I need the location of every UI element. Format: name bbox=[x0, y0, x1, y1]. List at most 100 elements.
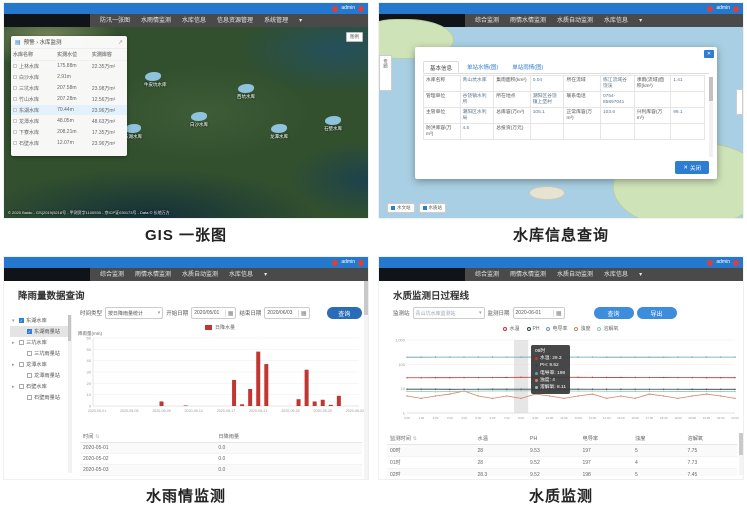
nav-more-icon[interactable]: ▾ bbox=[299, 18, 302, 24]
checkbox[interactable] bbox=[13, 64, 17, 68]
theme-side-panel[interactable]: 专题 bbox=[379, 55, 392, 91]
nav-more-icon[interactable]: ▾ bbox=[639, 18, 642, 24]
nav-item[interactable]: 系统管理 bbox=[264, 18, 288, 24]
checkbox[interactable] bbox=[19, 384, 24, 389]
nav-item[interactable]: 雨情水情监测 bbox=[510, 272, 546, 278]
nav-item[interactable]: 水雨情监测 bbox=[141, 18, 171, 24]
close-icon[interactable]: ✕ bbox=[704, 50, 714, 58]
map-canvas[interactable]: 专题 ✕ 基本信息单站水情(图)单站雨情(图) 水库名称青山坑水库集雨面积(km… bbox=[379, 27, 743, 218]
logout-icon[interactable] bbox=[358, 260, 364, 266]
logout-icon[interactable] bbox=[733, 260, 739, 266]
sort-icon[interactable]: ⇅ bbox=[95, 434, 99, 440]
layer-toggle[interactable]: 水文站 bbox=[387, 203, 415, 213]
nav-item[interactable]: 综合监测 bbox=[475, 18, 499, 24]
nav-item[interactable]: 综合监测 bbox=[100, 272, 124, 278]
alert-icon[interactable] bbox=[707, 260, 713, 266]
nav-item[interactable]: 水库信息 bbox=[604, 18, 628, 24]
nav-item[interactable]: 防汛一张图 bbox=[100, 18, 130, 24]
dialog-tab[interactable]: 单站雨情(图) bbox=[506, 61, 549, 73]
query-button[interactable]: 查询 bbox=[327, 307, 362, 319]
tree-item[interactable]: ▸石壁水库 bbox=[10, 381, 71, 392]
reservoir-row[interactable]: 三坑水库207.58m23.98万m³ bbox=[11, 83, 127, 94]
legend-radio[interactable]: 溶解氧 bbox=[597, 325, 618, 332]
checkbox[interactable] bbox=[27, 351, 32, 356]
map-canvas[interactable]: 牛皮坑水库西坑水库白沙水库东湖水库龙潭水库石壁水库 图例 ▤ 预警 › 水库监测… bbox=[4, 27, 368, 218]
nav-more-icon[interactable]: ▾ bbox=[639, 272, 642, 278]
legend-radio[interactable]: 电导率 bbox=[546, 325, 567, 332]
table-header-cell[interactable]: 监测时间⇅ bbox=[387, 433, 475, 445]
checkbox[interactable] bbox=[13, 119, 17, 123]
checkbox[interactable] bbox=[13, 108, 17, 112]
logout-icon[interactable] bbox=[358, 6, 364, 12]
nav-item[interactable]: 雨情水情监测 bbox=[510, 18, 546, 24]
nav-item[interactable]: 水质自动监测 bbox=[557, 272, 593, 278]
alert-icon[interactable] bbox=[332, 260, 338, 266]
tree-expand-icon[interactable]: ▸ bbox=[12, 340, 17, 346]
nav-item[interactable]: 水库信息 bbox=[604, 272, 628, 278]
start-date-input[interactable]: 2020/05/01▦ bbox=[191, 307, 236, 319]
reservoir-row[interactable]: 龙潭水库48.05m48.63万m³ bbox=[11, 116, 127, 127]
alert-icon[interactable] bbox=[332, 6, 338, 12]
station-select[interactable]: 青山坑水库监测站▾ bbox=[413, 307, 485, 319]
dialog-tab[interactable]: 单站水情(图) bbox=[461, 61, 504, 73]
tree-expand-icon[interactable]: ▸ bbox=[12, 362, 17, 368]
reservoir-row[interactable]: 竹山水库207.28m12.56万m³ bbox=[11, 94, 127, 105]
alert-icon[interactable] bbox=[707, 6, 713, 12]
checkbox[interactable] bbox=[19, 362, 24, 367]
legend-radio[interactable]: PH bbox=[527, 325, 540, 332]
tree-item[interactable]: 三坑雨量站 bbox=[10, 348, 71, 359]
checkbox[interactable] bbox=[13, 141, 17, 145]
sort-icon[interactable]: ⇅ bbox=[413, 436, 417, 442]
reservoir-row[interactable]: 东湖水库70.44m23.96万m³ bbox=[11, 105, 127, 116]
reservoir-row[interactable]: 白沙水库2.91m bbox=[11, 72, 127, 83]
map-legend-button[interactable]: 图例 bbox=[346, 32, 363, 42]
expand-icon[interactable]: ↗ bbox=[118, 39, 123, 46]
checkbox[interactable] bbox=[19, 340, 24, 345]
dialog-scrollbar[interactable] bbox=[709, 77, 713, 157]
checkbox[interactable] bbox=[13, 130, 17, 134]
dialog-tab[interactable]: 基本信息 bbox=[423, 61, 459, 73]
nav-item[interactable]: 水质自动监测 bbox=[557, 18, 593, 24]
time-type-select[interactable]: 按日降雨量统计▾ bbox=[105, 307, 163, 319]
checkbox[interactable] bbox=[27, 373, 32, 378]
tree-expand-icon[interactable]: ▸ bbox=[12, 384, 17, 390]
end-date-input[interactable]: 2020/06/03▦ bbox=[264, 307, 309, 319]
table-header-cell[interactable]: 时间⇅ bbox=[80, 431, 215, 443]
legend-radio[interactable]: 水温 bbox=[503, 325, 519, 332]
tree-item[interactable]: 石壁雨量站 bbox=[10, 392, 71, 403]
tree-item[interactable]: ▾✓东湖水库 bbox=[10, 315, 71, 326]
reservoir-row[interactable]: 石壁水库12.07m23.96万m³ bbox=[11, 138, 127, 149]
reservoir-row[interactable]: 下寮水库208.21m17.35万m³ bbox=[11, 127, 127, 138]
checkbox[interactable]: ✓ bbox=[19, 318, 24, 323]
chart-legend[interactable]: 日降水量 bbox=[78, 323, 362, 332]
nav-item[interactable]: 雨情水情监测 bbox=[135, 272, 171, 278]
nav-item[interactable]: 水库信息 bbox=[229, 272, 253, 278]
checkbox[interactable] bbox=[13, 86, 17, 90]
tree-item[interactable]: ▸龙潭水库 bbox=[10, 359, 71, 370]
collapsed-panel-handle[interactable] bbox=[736, 89, 743, 115]
legend-radio[interactable]: 浊度 bbox=[574, 325, 590, 332]
close-button[interactable]: ✕关闭 bbox=[675, 161, 709, 174]
tree-scrollbar[interactable] bbox=[68, 315, 71, 473]
checkbox[interactable] bbox=[27, 395, 32, 400]
layer-toggle[interactable]: 水质站 bbox=[419, 203, 447, 213]
checkbox[interactable]: ✓ bbox=[27, 329, 32, 334]
nav-item[interactable]: 信息资源管理 bbox=[217, 18, 253, 24]
reservoir-row[interactable]: 上林水库175.88m22.35万m³ bbox=[11, 61, 127, 72]
export-button[interactable]: 导出 bbox=[637, 307, 677, 319]
tree-item[interactable]: 龙潭雨量站 bbox=[10, 370, 71, 381]
checkbox[interactable] bbox=[13, 75, 17, 79]
nav-more-icon[interactable]: ▾ bbox=[264, 272, 267, 278]
nav-item[interactable]: 综合监测 bbox=[475, 272, 499, 278]
checkbox[interactable] bbox=[13, 97, 17, 101]
nav-item[interactable]: 水库信息 bbox=[182, 18, 206, 24]
tree-item[interactable]: ✓东湖雨量站 bbox=[10, 326, 71, 337]
rain-bar-chart[interactable]: 01020304050602020-05-012020-05-052020-05… bbox=[78, 332, 364, 418]
query-button[interactable]: 查询 bbox=[594, 307, 634, 319]
page-scrollbar[interactable] bbox=[364, 281, 368, 479]
table-scrollbar[interactable] bbox=[739, 433, 743, 475]
logout-icon[interactable] bbox=[733, 6, 739, 12]
date-input[interactable]: 2020-06-01▦ bbox=[513, 307, 565, 319]
nav-item[interactable]: 水质自动监测 bbox=[182, 272, 218, 278]
tree-expand-icon[interactable]: ▾ bbox=[12, 318, 17, 324]
